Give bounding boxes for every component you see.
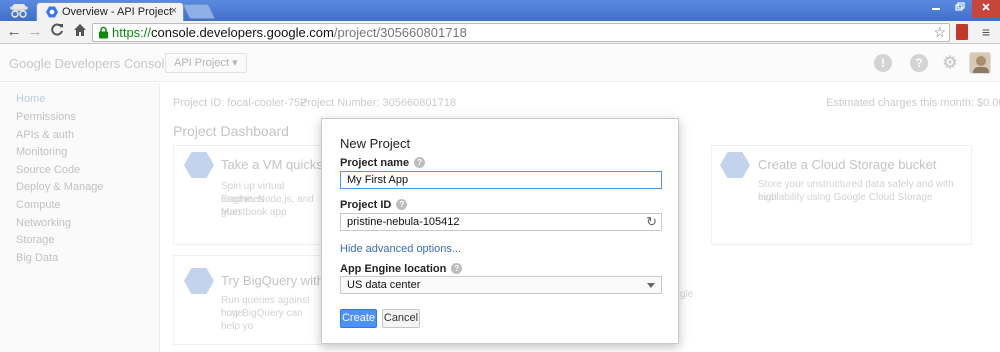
developers-console-favicon-icon <box>46 6 58 18</box>
extension-icon[interactable] <box>956 24 968 40</box>
tab-overview[interactable]: Overview - API Project × <box>36 2 184 21</box>
sidebar-item-source-code[interactable]: Source Code <box>16 164 80 176</box>
home-icon[interactable] <box>71 23 89 41</box>
new-project-dialog: New Project Project name? My First App P… <box>321 118 679 344</box>
bigquery-card-desc-2: how BigQuery can help yo <box>221 308 303 332</box>
sidebar-nav: Home Permissions APIs & auth Monitoring … <box>0 83 160 352</box>
estimated-charges: Estimated charges this month: $0.00 <box>826 97 1000 109</box>
feedback-icon[interactable]: ! <box>874 54 892 72</box>
sidebar-item-big-data[interactable]: Big Data <box>16 252 58 264</box>
project-id-label: Project ID? <box>340 199 408 211</box>
sidebar-item-deploy-manage[interactable]: Deploy & Manage <box>16 181 103 193</box>
vm-icon <box>184 152 214 178</box>
forward-arrow-icon[interactable]: → <box>26 23 44 41</box>
window-close-button[interactable] <box>972 0 1000 18</box>
bigquery-card[interactable]: Try BigQuery with p Run queries against … <box>173 255 335 345</box>
avatar[interactable] <box>969 52 991 74</box>
storage-card-desc-2: availability using Google Cloud Storage <box>758 192 933 203</box>
project-name-input[interactable]: My First App <box>340 171 662 189</box>
help-icon[interactable]: ? <box>414 157 426 168</box>
help-icon[interactable]: ? <box>451 263 463 274</box>
url-host: console.developers.google.com <box>151 25 334 40</box>
lock-icon <box>99 26 108 39</box>
refresh-icon[interactable]: ↻ <box>646 214 657 230</box>
storage-icon <box>720 152 750 178</box>
vm-card-desc-3: guestbook app <box>221 207 287 218</box>
help-icon[interactable]: ? <box>910 54 928 72</box>
window-restore-button[interactable] <box>948 0 972 18</box>
project-name-label: Project name? <box>340 157 426 169</box>
project-id-input[interactable]: pristine-nebula-105412 ↻ <box>340 213 662 231</box>
project-id-info: Project ID: focal-cooler-752 <box>173 97 307 109</box>
reload-icon[interactable] <box>48 23 66 41</box>
dialog-title: New Project <box>340 136 411 151</box>
back-arrow-icon[interactable]: ← <box>5 23 23 41</box>
create-button[interactable]: Create <box>340 309 377 328</box>
sidebar-item-monitoring[interactable]: Monitoring <box>16 146 67 158</box>
url-path: /project/305660801718 <box>333 25 467 40</box>
incognito-icon <box>10 4 28 18</box>
new-tab-button[interactable] <box>182 4 216 19</box>
app-engine-location-value: US data center <box>347 279 421 291</box>
project-number-info: Project Number: 305660801718 <box>300 97 456 109</box>
dashboard-title: Project Dashboard <box>173 123 289 139</box>
hamburger-menu-icon[interactable]: ≡ <box>978 24 994 40</box>
help-icon[interactable]: ? <box>396 199 408 210</box>
bigquery-card-title: Try BigQuery with p <box>221 273 335 288</box>
app-engine-location-select[interactable]: US data center <box>340 276 662 294</box>
cloud-storage-card[interactable]: Create a Cloud Storage bucket Store your… <box>711 145 972 245</box>
hide-advanced-options-link[interactable]: Hide advanced options... <box>340 243 461 255</box>
url-scheme: https:// <box>112 25 152 40</box>
storage-card-title: Create a Cloud Storage bucket <box>758 157 937 172</box>
sidebar-item-networking[interactable]: Networking <box>16 217 71 229</box>
bigquery-icon <box>184 268 214 294</box>
sidebar-item-permissions[interactable]: Permissions <box>16 111 76 123</box>
sidebar-item-home[interactable]: Home <box>16 93 45 105</box>
chevron-down-icon <box>647 283 655 288</box>
project-id-value: pristine-nebula-105412 <box>347 216 460 228</box>
console-app-bar: Google Developers Console API Project ▾ … <box>0 45 1000 82</box>
sidebar-item-compute[interactable]: Compute <box>16 199 61 211</box>
console-brand[interactable]: Google Developers Console <box>9 56 172 71</box>
gear-icon[interactable]: ⚙ <box>941 54 959 72</box>
vm-card-title: Take a VM quickst <box>221 157 327 172</box>
url-text: https://console.developers.google.com/pr… <box>112 25 467 40</box>
sidebar-item-apis-auth[interactable]: APIs & auth <box>16 129 74 141</box>
vm-quickstart-card[interactable]: Take a VM quickst Spin up virtual machin… <box>173 145 327 245</box>
sidebar-item-storage[interactable]: Storage <box>16 234 55 246</box>
project-selector[interactable]: API Project ▾ <box>165 53 247 73</box>
address-bar[interactable]: https://console.developers.google.com/pr… <box>92 23 950 42</box>
cancel-button[interactable]: Cancel <box>382 309 420 328</box>
bigquery-card-desc-right: gle <box>680 289 694 300</box>
app-engine-location-label: App Engine location? <box>340 263 463 275</box>
tab-title: Overview - API Project <box>62 6 173 18</box>
star-icon[interactable]: ☆ <box>933 24 946 41</box>
browser-toolbar: ← → https://console.developers.google.co… <box>0 21 1000 44</box>
tab-close-icon[interactable]: × <box>171 5 177 17</box>
browser-tab-strip: Overview - API Project × <box>0 0 1000 21</box>
window-minimize-button[interactable] <box>924 0 948 18</box>
